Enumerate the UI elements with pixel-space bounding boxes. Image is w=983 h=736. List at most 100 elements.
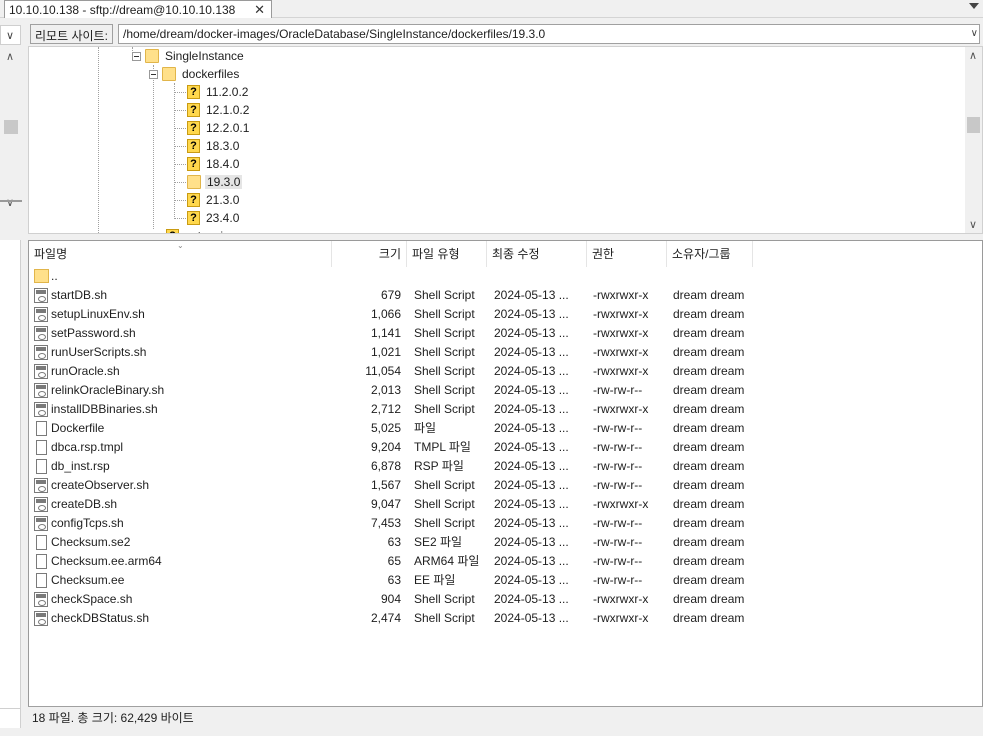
file-modified: 2024-05-13 ... (494, 307, 569, 321)
local-file-list[interactable] (0, 240, 21, 728)
file-row[interactable]: setupLinuxEnv.sh 1,066 Shell Script 2024-05… (29, 305, 982, 324)
file-row[interactable]: runOracle.sh 11,054 Shell Script 2024-05-13… (29, 362, 982, 381)
file-row[interactable]: Dockerfile 5,025 파일 2024-05-13 ... -rw-rw-r-… (29, 419, 982, 438)
tree-node-label: 19.3.0 (205, 175, 243, 189)
file-owner: dream dream (673, 307, 745, 321)
tree-node-11-2-0-2[interactable]: ? 11.2.0.2 (187, 83, 250, 101)
file-modified: 2024-05-13 ... (494, 573, 569, 587)
document-file-icon (36, 573, 47, 588)
file-owner: dream dream (673, 516, 745, 530)
local-path-dropdown[interactable]: ∨ (0, 25, 21, 45)
file-owner: dream dream (673, 326, 745, 340)
tree-node-23-4-0[interactable]: ? 23.4.0 (187, 209, 241, 227)
remote-path-input[interactable]: /home/dream/docker-images/OracleDatabase… (118, 24, 980, 44)
file-row[interactable]: configTcps.sh 7,453 Shell Script 2024-05-13… (29, 514, 982, 533)
file-name: db_inst.rsp (51, 459, 110, 473)
pane-divider[interactable] (0, 200, 22, 202)
script-file-icon (34, 611, 48, 626)
tree-scrollbar[interactable]: ∧ ∨ (965, 47, 982, 233)
file-row[interactable]: startDB.sh 679 Shell Script 2024-05-13 ... -… (29, 286, 982, 305)
file-size: 1,021 (370, 345, 401, 359)
scroll-down-icon[interactable]: ∨ (969, 218, 977, 231)
tree-node-extensions[interactable]: ? extensions (166, 227, 244, 233)
collapse-toggle-icon[interactable] (149, 69, 158, 79)
file-row[interactable]: installDBBinaries.sh 2,712 Shell Script 202… (29, 400, 982, 419)
file-name: Checksum.se2 (51, 535, 131, 549)
local-tree-scrollbar[interactable]: ∧ ∨ (0, 46, 21, 218)
unknown-folder-icon: ? (187, 103, 200, 117)
file-permissions: -rw-rw-r-- (593, 440, 643, 454)
file-row[interactable]: setPassword.sh 1,141 Shell Script 2024-05-1… (29, 324, 982, 343)
file-size: 6,878 (370, 459, 401, 473)
status-bar: 18 파일. 총 크기: 62,429 바이트 (28, 706, 983, 730)
file-row[interactable]: createObserver.sh 1,567 Shell Script 2024-0… (29, 476, 982, 495)
script-file-icon (34, 592, 48, 607)
sort-indicator-icon: ⌄ (177, 241, 184, 250)
column-header-size[interactable]: 크기 (332, 241, 407, 267)
tree-node-label: 12.1.0.2 (206, 103, 250, 117)
file-row[interactable]: checkDBStatus.sh 2,474 Shell Script 2024-05… (29, 609, 982, 628)
tree-node-12-2-0-1[interactable]: ? 12.2.0.1 (187, 119, 251, 137)
file-type: ARM64 파일 (414, 554, 480, 568)
file-row[interactable]: dbca.rsp.tmpl 9,204 TMPL 파일 2024-05-13 ... -… (29, 438, 982, 457)
local-status-bar (0, 708, 21, 728)
file-type: Shell Script (414, 326, 475, 340)
file-type: SE2 파일 (414, 535, 463, 549)
file-name: setPassword.sh (51, 326, 136, 340)
scroll-down-icon[interactable]: ∨ (6, 196, 14, 209)
unknown-folder-icon: ? (187, 157, 200, 171)
tree-node-12-1-0-2[interactable]: ? 12.1.0.2 (187, 101, 251, 119)
close-tab-icon[interactable]: ✕ (254, 2, 265, 18)
file-row[interactable]: Checksum.ee.arm64 65 ARM64 파일 2024-05-13 ..… (29, 552, 982, 571)
collapse-toggle-icon[interactable] (132, 51, 141, 61)
script-file-icon (34, 326, 48, 341)
script-file-icon (34, 383, 48, 398)
file-owner: dream dream (673, 554, 745, 568)
file-row[interactable]: db_inst.rsp 6,878 RSP 파일 2024-05-13 ... -rw-… (29, 457, 982, 476)
file-permissions: -rw-rw-r-- (593, 421, 643, 435)
document-file-icon (36, 535, 47, 550)
column-header-permissions[interactable]: 권한 (587, 241, 667, 267)
file-owner: dream dream (673, 535, 745, 549)
scroll-up-icon[interactable]: ∧ (969, 49, 977, 62)
connection-tab[interactable]: 10.10.10.138 - sftp://dream@10.10.10.138… (4, 0, 272, 18)
tree-node-18-4-0[interactable]: ? 18.4.0 (187, 155, 241, 173)
tree-node-18-3-0[interactable]: ? 18.3.0 (187, 137, 241, 155)
tree-node-19-3-0-selected[interactable]: 19.3.0 (187, 173, 243, 191)
file-row[interactable]: checkSpace.sh 904 Shell Script 2024-05-13 .… (29, 590, 982, 609)
tree-node-label: 21.3.0 (206, 193, 240, 207)
chevron-down-icon[interactable]: ∨ (971, 28, 978, 39)
column-header-modified[interactable]: 최종 수정 (487, 241, 587, 267)
file-row[interactable]: relinkOracleBinary.sh 2,013 Shell Script 20… (29, 381, 982, 400)
column-header-owner[interactable]: 소유자/그룹 (667, 241, 753, 267)
remote-file-list[interactable]: 파일명 ⌄ 크기 파일 유형 최종 수정 권한 소유자/그룹 .. startD… (28, 240, 983, 706)
file-permissions: -rw-rw-r-- (593, 554, 643, 568)
tree-node-singleinstance[interactable]: SingleInstance (132, 47, 246, 65)
file-type: Shell Script (414, 611, 475, 625)
file-row[interactable]: Checksum.ee 63 EE 파일 2024-05-13 ... -rw-rw-r… (29, 571, 982, 590)
remote-directory-tree[interactable]: SingleInstance dockerfiles ? 11.2.0.2 ? … (28, 46, 983, 234)
file-row[interactable]: Checksum.se2 63 SE2 파일 2024-05-13 ... -rw-rw… (29, 533, 982, 552)
remote-site-label: 리모트 사이트: (30, 24, 113, 44)
scroll-up-icon[interactable]: ∧ (6, 50, 14, 63)
file-owner: dream dream (673, 592, 745, 606)
unknown-folder-icon: ? (187, 193, 200, 207)
tree-node-dockerfiles[interactable]: dockerfiles (149, 65, 241, 83)
file-size: 1,066 (370, 307, 401, 321)
document-file-icon (36, 459, 47, 474)
file-permissions: -rwxrwxr-x (593, 307, 649, 321)
parent-directory-row[interactable]: .. (29, 267, 982, 286)
document-file-icon (36, 440, 47, 455)
file-modified: 2024-05-13 ... (494, 516, 569, 530)
file-modified: 2024-05-13 ... (494, 402, 569, 416)
tab-list-dropdown-icon[interactable] (969, 3, 979, 9)
file-row[interactable]: createDB.sh 9,047 Shell Script 2024-05-13 .… (29, 495, 982, 514)
script-file-icon (34, 497, 48, 512)
column-header-type[interactable]: 파일 유형 (407, 241, 487, 267)
tree-node-21-3-0[interactable]: ? 21.3.0 (187, 191, 241, 209)
scroll-thumb[interactable] (4, 120, 18, 134)
script-file-icon (34, 402, 48, 417)
file-row[interactable]: runUserScripts.sh 1,021 Shell Script 2024-0… (29, 343, 982, 362)
scroll-thumb[interactable] (967, 117, 980, 133)
tree-node-label: 23.4.0 (206, 211, 240, 225)
